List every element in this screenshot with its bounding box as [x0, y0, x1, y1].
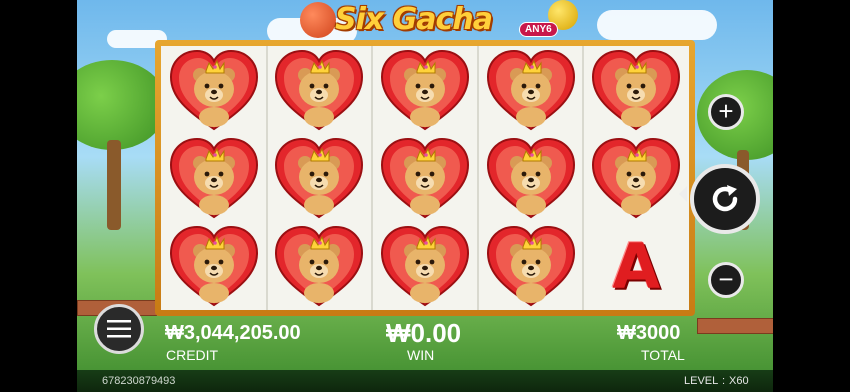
minus-button[interactable]: −: [708, 262, 744, 298]
balloon-icon: [300, 2, 336, 38]
reel-cell: [267, 134, 373, 222]
credit-value: ₩3,044,205.00: [165, 322, 301, 344]
credit-label: CREDIT: [166, 347, 219, 363]
chevron-left-icon: [679, 186, 687, 202]
heart-bear-symbol: [275, 225, 364, 307]
reel-cell: [478, 222, 584, 310]
win-value: ₩0.00: [386, 318, 462, 348]
heart-bear-symbol: [169, 225, 258, 307]
heart-bear-symbol: [380, 137, 469, 219]
level-label: LEVEL: [684, 375, 719, 387]
footer-strip: [77, 370, 773, 392]
level-value: X60: [729, 375, 749, 387]
reel-cell: A: [583, 222, 689, 310]
reel-cell: [161, 46, 267, 134]
reel-cell: [161, 134, 267, 222]
reel-cell: [478, 134, 584, 222]
reel-cell: [161, 222, 267, 310]
minus-icon: −: [718, 264, 734, 294]
total-bet-value[interactable]: ₩3000: [617, 322, 680, 345]
fence: [697, 318, 773, 334]
reel-cell: [267, 46, 373, 134]
heart-bear-symbol: [486, 137, 575, 219]
heart-bear-symbol: [592, 49, 681, 131]
total-bet-label: TOTAL: [641, 347, 685, 363]
heart-bear-symbol: [275, 49, 364, 131]
tree: [77, 60, 167, 150]
menu-button[interactable]: [94, 304, 144, 354]
ticket-id: 678230879493: [102, 375, 176, 387]
game-title: Six Gacha: [335, 2, 493, 37]
reel-cell: [267, 222, 373, 310]
heart-bear-symbol: [380, 225, 469, 307]
heart-bear-symbol: [486, 225, 575, 307]
level-separator: :: [722, 375, 726, 387]
reel-cell: [372, 134, 478, 222]
win-label: WIN: [407, 347, 435, 363]
reel-cell: [478, 46, 584, 134]
heart-bear-symbol: [169, 137, 258, 219]
heart-bear-symbol: [380, 49, 469, 131]
heart-bear-symbol: [592, 137, 681, 219]
reel-cell: [583, 134, 689, 222]
tree-trunk: [107, 140, 121, 230]
reel-cell: [372, 222, 478, 310]
game-screen: Six Gacha ANY6 A + − ₩3,044,205.00 CREDI…: [0, 0, 850, 392]
cloud: [597, 10, 717, 40]
heart-bear-symbol: [486, 49, 575, 131]
heart-bear-symbol: [275, 137, 364, 219]
reel-frame: A: [155, 40, 695, 316]
plus-icon: +: [718, 96, 734, 126]
game-badge: ANY6: [519, 22, 558, 37]
hamburger-icon: [107, 320, 131, 338]
reel-cell: [583, 46, 689, 134]
reel-cell: [372, 46, 478, 134]
reel-grid: A: [161, 46, 689, 310]
spin-button[interactable]: [690, 164, 760, 234]
heart-bear-symbol: [169, 49, 258, 131]
letter-a-symbol: A: [612, 229, 661, 303]
plus-button[interactable]: +: [708, 94, 744, 130]
refresh-icon: [712, 185, 738, 212]
